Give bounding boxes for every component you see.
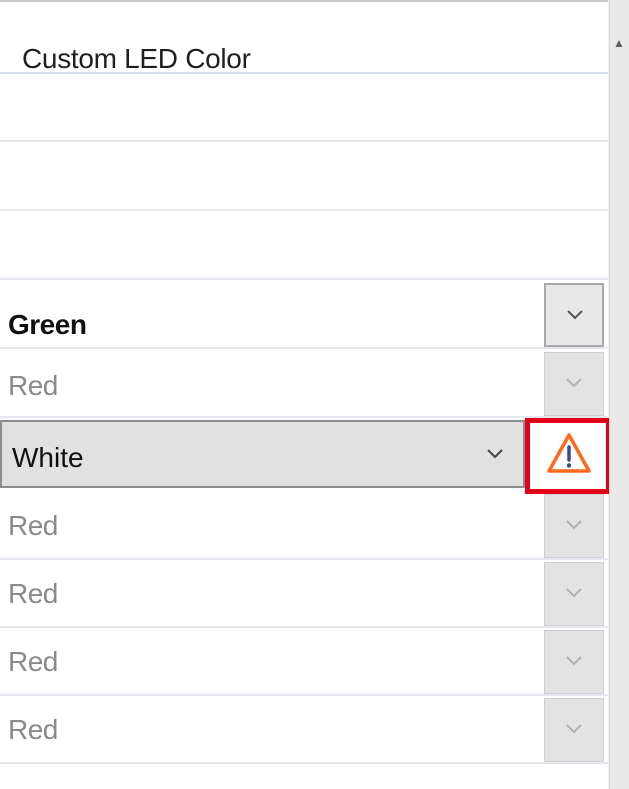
chevron-down-icon <box>566 724 582 734</box>
dropdown-button[interactable] <box>544 698 604 762</box>
scroll-up-arrow-icon[interactable]: ▲ <box>609 36 629 50</box>
chevron-down-icon <box>566 656 582 666</box>
color-combobox[interactable]: White <box>0 420 525 488</box>
dropdown-button[interactable] <box>544 630 604 694</box>
table-row[interactable]: Red <box>0 628 608 696</box>
chevron-down-icon <box>566 378 582 388</box>
dropdown-button[interactable] <box>544 283 604 347</box>
led-color-grid: Custom LED Color Green Red White Red Red… <box>0 0 611 789</box>
table-row[interactable]: Green <box>0 281 608 349</box>
cell-value: Red <box>8 578 58 609</box>
dropdown-button[interactable] <box>544 494 604 558</box>
cell-value: Red <box>8 646 58 677</box>
table-row[interactable]: Red <box>0 696 608 764</box>
dropdown-button[interactable] <box>544 562 604 626</box>
chevron-down-icon <box>566 520 582 530</box>
table-row[interactable] <box>0 74 608 142</box>
cell-value: Red <box>8 510 58 541</box>
cell-value: Green <box>8 309 87 340</box>
combobox-value: White <box>12 442 84 473</box>
table-row[interactable] <box>0 143 608 211</box>
warning-triangle-icon[interactable] <box>546 431 592 475</box>
column-header: Custom LED Color <box>0 14 608 74</box>
table-row[interactable]: Red <box>0 560 608 628</box>
warning-highlight[interactable] <box>525 418 611 494</box>
table-row[interactable]: Red <box>0 350 608 418</box>
dropdown-button[interactable] <box>544 352 604 416</box>
chevron-down-icon <box>567 310 583 320</box>
cell-value: Red <box>8 370 58 401</box>
chevron-down-icon <box>566 588 582 598</box>
table-row[interactable]: Red <box>0 492 608 560</box>
chevron-down-icon[interactable] <box>486 448 504 460</box>
table-row[interactable] <box>0 212 608 280</box>
column-header-label: Custom LED Color <box>22 43 251 74</box>
cell-value: Red <box>8 714 58 745</box>
vertical-scrollbar[interactable] <box>609 0 629 789</box>
